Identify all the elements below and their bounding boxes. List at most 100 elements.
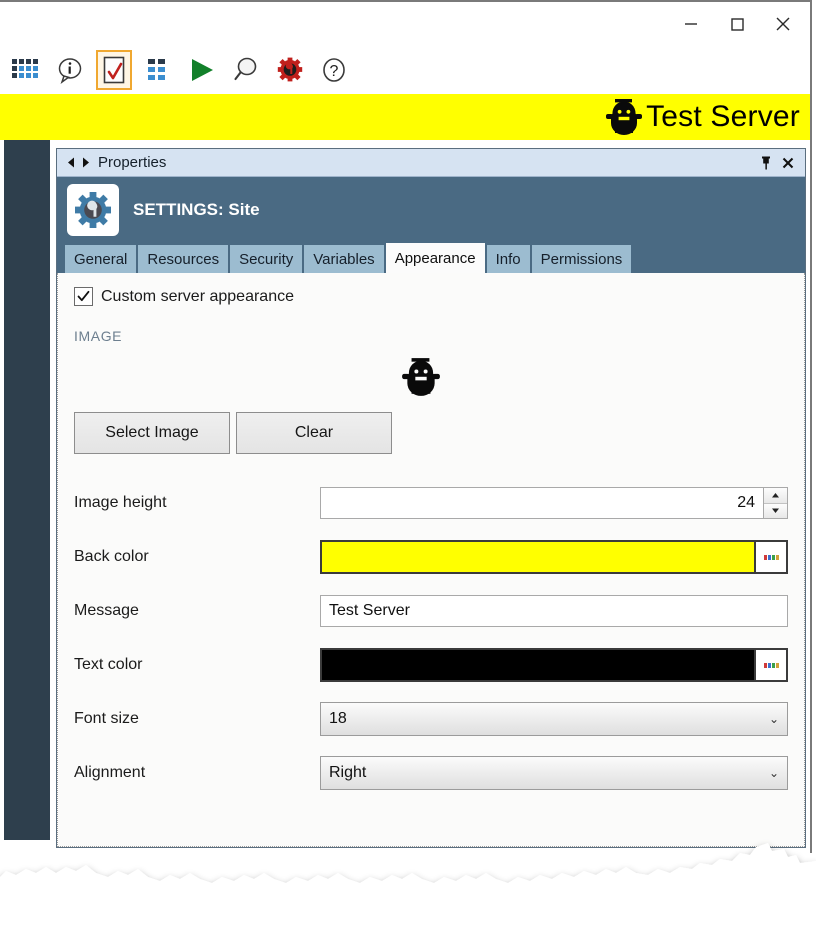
auto-hide-pin-button[interactable] xyxy=(755,152,777,174)
back-color-field xyxy=(320,540,788,574)
minimize-icon xyxy=(685,23,697,25)
palette-dot-icon xyxy=(763,662,767,668)
image-height-input[interactable]: 24 xyxy=(320,487,764,519)
image-buttons: Select Image Clear xyxy=(74,412,788,454)
maximize-button[interactable] xyxy=(714,2,760,46)
alignment-combo[interactable]: Right ⌄ xyxy=(320,756,788,790)
palette-dot-icon xyxy=(775,662,779,668)
properties-titlebar: Properties xyxy=(57,149,805,177)
toolbar-search-button[interactable] xyxy=(224,50,268,90)
main-toolbar: ? xyxy=(0,46,810,94)
custom-appearance-label: Custom server appearance xyxy=(101,287,294,305)
toolbar-columns-button[interactable] xyxy=(136,50,180,90)
text-color-picker[interactable] xyxy=(320,648,788,682)
gear-wrench-icon xyxy=(277,57,303,82)
image-height-field: 24 xyxy=(320,487,788,519)
appearance-tab-content: Custom server appearance IMAGE Select Im… xyxy=(57,273,805,847)
toolbar-run-button[interactable] xyxy=(180,50,224,90)
close-button[interactable] xyxy=(760,2,806,46)
tab-appearance[interactable]: Appearance xyxy=(385,243,485,273)
image-height-stepper[interactable] xyxy=(764,487,788,519)
palette-dot-icon xyxy=(775,554,779,560)
palette-dot-icon xyxy=(767,662,771,668)
minimize-button[interactable] xyxy=(668,2,714,46)
image-group-label: IMAGE xyxy=(74,328,123,344)
clear-image-button[interactable]: Clear xyxy=(236,412,392,454)
tab-variables[interactable]: Variables xyxy=(304,245,384,273)
custom-appearance-row[interactable]: Custom server appearance xyxy=(74,287,788,306)
settings-icon-tile xyxy=(67,184,119,236)
properties-header: SETTINGS: Site xyxy=(57,177,805,243)
columns-icon xyxy=(148,59,165,80)
toolbar-grid-button[interactable] xyxy=(4,50,48,90)
text-color-browse-button[interactable] xyxy=(754,650,786,680)
palette-dot-icon xyxy=(767,554,771,560)
nav-forward-icon[interactable] xyxy=(79,156,92,169)
font-size-field: 18 ⌄ xyxy=(320,702,788,736)
toolbar-info-button[interactable] xyxy=(48,50,92,90)
stepper-up-button[interactable] xyxy=(764,488,787,503)
banner-message: Test Server xyxy=(646,100,800,133)
tab-security[interactable]: Security xyxy=(230,245,303,273)
back-color-browse-button[interactable] xyxy=(754,542,786,572)
close-icon xyxy=(782,157,794,168)
info-bubble-icon xyxy=(58,58,82,84)
alignment-value: Right xyxy=(329,764,367,781)
caret-up-icon xyxy=(772,492,779,498)
field-row-alignment: Alignment Right ⌄ xyxy=(74,746,788,800)
custom-appearance-checkbox[interactable] xyxy=(74,287,93,306)
nav-back-icon[interactable] xyxy=(65,156,78,169)
back-color-picker[interactable] xyxy=(320,540,788,574)
font-size-combo[interactable]: 18 ⌄ xyxy=(320,702,788,736)
field-row-image-height: Image height 24 xyxy=(74,476,788,530)
message-field: Test Server xyxy=(320,595,788,627)
text-color-label: Text color xyxy=(74,656,143,673)
left-sidebar[interactable] xyxy=(4,140,50,840)
properties-panel: Properties SETTINGS: Site General Resour… xyxy=(56,148,806,848)
image-height-label: Image height xyxy=(74,494,167,511)
search-icon xyxy=(234,57,257,81)
text-color-field xyxy=(320,648,788,682)
server-banner: Test Server xyxy=(0,94,810,140)
tab-info[interactable]: Info xyxy=(486,245,530,273)
panel-nav-arrows[interactable] xyxy=(65,156,92,169)
tab-permissions[interactable]: Permissions xyxy=(531,245,632,273)
caret-down-icon xyxy=(772,508,779,514)
chevron-down-icon: ⌄ xyxy=(768,766,779,780)
window-controls xyxy=(668,2,806,46)
close-icon xyxy=(776,17,790,31)
field-row-message: Message Test Server xyxy=(74,584,788,638)
panel-close-button[interactable] xyxy=(777,152,799,174)
alignment-field: Right ⌄ xyxy=(320,756,788,790)
palette-dot-icon xyxy=(771,662,775,668)
pin-icon xyxy=(762,156,770,169)
help-icon: ? xyxy=(323,58,345,82)
properties-panel-title: Properties xyxy=(98,154,167,171)
toolbar-settings-button[interactable] xyxy=(268,50,312,90)
palette-dot-icon xyxy=(763,554,767,560)
font-size-label: Font size xyxy=(74,710,139,727)
tab-general[interactable]: General xyxy=(65,245,137,273)
font-size-value: 18 xyxy=(329,710,347,727)
svg-text:?: ? xyxy=(330,63,339,80)
image-preview xyxy=(74,350,788,404)
checkmark-icon xyxy=(77,290,90,302)
alignment-label: Alignment xyxy=(74,764,146,781)
field-row-back-color: Back color xyxy=(74,530,788,584)
select-image-button[interactable]: Select Image xyxy=(74,412,230,454)
text-color-swatch[interactable] xyxy=(322,650,754,680)
properties-tabstrip: General Resources Security Variables App… xyxy=(57,243,805,273)
toolbar-help-button[interactable]: ? xyxy=(312,50,356,90)
checklist-icon xyxy=(103,56,125,84)
screenshot-root: ? Test Server Properties SETTINGS: Site … xyxy=(0,0,816,933)
properties-header-title: SETTINGS: Site xyxy=(133,200,260,219)
toolbar-checklist-button[interactable] xyxy=(92,50,136,90)
back-color-swatch[interactable] xyxy=(322,542,754,572)
chevron-down-icon: ⌄ xyxy=(768,712,779,726)
tab-resources[interactable]: Resources xyxy=(138,245,229,273)
application-window: ? Test Server Properties SETTINGS: Site … xyxy=(0,0,812,853)
stepper-down-button[interactable] xyxy=(764,502,787,518)
play-icon xyxy=(192,59,213,81)
palette-dot-icon xyxy=(771,554,775,560)
message-input[interactable]: Test Server xyxy=(320,595,788,627)
